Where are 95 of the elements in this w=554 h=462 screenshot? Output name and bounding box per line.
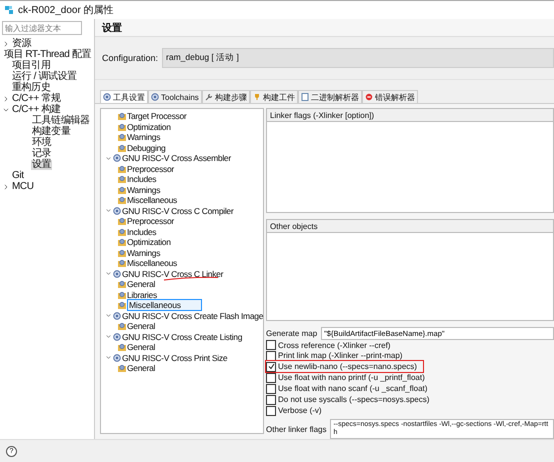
sidebar-item[interactable]: C/C++ 常规 [11, 94, 62, 104]
checkbox-label: Use float with nano printf (-u _printf_float) [278, 373, 425, 382]
checkbox-label: Use float with nano scanf (-u _scanf_float) [278, 384, 428, 394]
tree-item[interactable]: Miscellaneous [127, 258, 177, 268]
tab[interactable]: Toolchains [148, 90, 202, 103]
sidebar-item[interactable]: MCU [11, 182, 35, 192]
file-icon [300, 93, 309, 101]
gear-folder-icon [118, 280, 126, 288]
tree-item[interactable]: Includes [127, 226, 156, 237]
tree-item[interactable]: Warnings [127, 132, 160, 142]
gear-folder-icon [118, 248, 126, 257]
tree-item[interactable]: GNU RISC-V Cross Assembler [122, 153, 231, 164]
configuration-label: Configuration: [102, 53, 158, 63]
configuration-select[interactable]: ram_debug [ 活动 ] [162, 48, 554, 68]
generate-map-label: Generate map [266, 328, 318, 338]
sidebar-item[interactable]: 运行 / 调试设置 [11, 72, 78, 82]
checkbox[interactable] [266, 384, 276, 394]
tab[interactable]: 工具设置 [100, 90, 148, 103]
checkbox-label: Verbose (-v) [278, 406, 322, 416]
sidebar-item[interactable]: 项目引用 [11, 60, 52, 70]
tree-item[interactable]: General [127, 279, 156, 290]
sidebar-item[interactable]: 设置 [31, 160, 52, 170]
checkbox-label: Cross reference (-Xlinker --cref) [278, 340, 390, 350]
gear-folder-icon [118, 164, 126, 173]
linker-flags-header: Linker flags (-Xlinker [option]) [267, 109, 553, 122]
gear-folder-icon [118, 133, 126, 142]
tree-item[interactable]: General [127, 321, 156, 332]
tree-item[interactable]: Optimization [127, 122, 171, 132]
sidebar-item[interactable]: 资源 [11, 38, 32, 48]
tree-item[interactable]: GNU RISC-V Cross C Compiler [122, 206, 234, 216]
window-title: ck-R002_door 的属性 [18, 4, 114, 17]
gear-folder-icon [118, 322, 126, 330]
other-linker-flags-label: Other linker flags [266, 424, 326, 434]
gear-folder-icon [118, 175, 126, 184]
sidebar-item[interactable]: Git [11, 170, 25, 180]
gear-folder-icon [118, 217, 126, 226]
checkbox-label: Use newlib-nano (--specs=nano.specs) [278, 362, 417, 372]
tab[interactable]: 构建步骤 [202, 90, 250, 103]
sidebar-item[interactable]: C/C++ 构建 [11, 104, 62, 114]
gear-folder-icon [118, 144, 126, 152]
tab[interactable]: 错误解析器 [362, 90, 418, 103]
gear-folder-icon [118, 343, 126, 352]
tree-item[interactable]: Target Processor [127, 111, 186, 122]
tree-item[interactable]: Miscellaneous [127, 195, 177, 206]
gear-folder-icon [118, 290, 126, 299]
checkbox-label: Print link map (-Xlinker --print-map) [278, 351, 402, 360]
chevron-right-icon[interactable] [2, 40, 10, 48]
sidebar-item[interactable]: 重构历史 [11, 82, 52, 92]
checkbox[interactable] [266, 406, 276, 416]
sidebar-item[interactable]: 记录 [31, 148, 52, 158]
gear-folder-icon [118, 196, 126, 204]
trophy-icon [252, 93, 261, 101]
tree-item[interactable]: Libraries [127, 290, 157, 300]
tree-item[interactable]: General [127, 363, 156, 374]
tree-item[interactable]: GNU RISC-V Cross Print Size [122, 352, 228, 363]
tree-item[interactable]: Warnings [127, 248, 160, 258]
sidebar-item[interactable]: 工具链编辑器 [31, 116, 91, 126]
checkbox-label: Do not use syscalls (--specs=nosys.specs) [278, 395, 430, 404]
gear-folder-icon [118, 259, 126, 268]
page-title: 设置 [102, 22, 122, 34]
tree-item[interactable]: Warnings [127, 184, 160, 195]
tree-item[interactable]: GNU RISC-V Cross C Linker [122, 268, 224, 279]
gear-folder-icon [118, 238, 126, 246]
gear-folder-icon [118, 301, 126, 310]
tree-item[interactable]: Preprocessor [127, 216, 174, 226]
tree-item[interactable]: Miscellaneous [127, 299, 202, 312]
tab[interactable]: 构建工件 [250, 90, 298, 103]
wrench-icon [204, 93, 213, 101]
sidebar-item[interactable]: 环境 [31, 138, 52, 148]
tree-item[interactable]: General [127, 342, 156, 352]
chevron-right-icon[interactable] [2, 182, 10, 190]
error-icon [364, 93, 373, 101]
checkbox[interactable] [266, 394, 276, 405]
app-icon [4, 5, 14, 15]
gear-folder-icon [118, 364, 126, 372]
checkbox[interactable] [266, 362, 276, 372]
other-objects-header: Other objects [267, 220, 553, 234]
checkbox[interactable] [266, 340, 276, 350]
filter-field[interactable]: 输入过滤器文本 [2, 21, 82, 35]
sidebar-item[interactable]: 项目 RT-Thread 配置 [2, 50, 92, 60]
tree-item[interactable]: Preprocessor [127, 164, 174, 174]
tree-item[interactable]: GNU RISC-V Cross Create Listing [122, 332, 242, 342]
sidebar-item[interactable]: 构建变量 [31, 126, 72, 136]
tree-item[interactable]: Debugging [127, 142, 166, 153]
chevron-right-icon[interactable] [2, 94, 10, 102]
gear-folder-icon [118, 122, 126, 131]
gear-folder-icon [118, 112, 126, 120]
checkbox[interactable] [266, 350, 276, 361]
checkbox[interactable] [266, 372, 276, 383]
tree-item[interactable]: Optimization [127, 237, 171, 248]
gear-folder-icon [118, 186, 126, 194]
tab[interactable]: 二进制解析器 [298, 90, 362, 103]
tree-item[interactable]: GNU RISC-V Cross Create Flash Image [122, 310, 264, 321]
tree-item[interactable]: Includes [127, 174, 156, 184]
gear-folder-icon [118, 228, 126, 236]
